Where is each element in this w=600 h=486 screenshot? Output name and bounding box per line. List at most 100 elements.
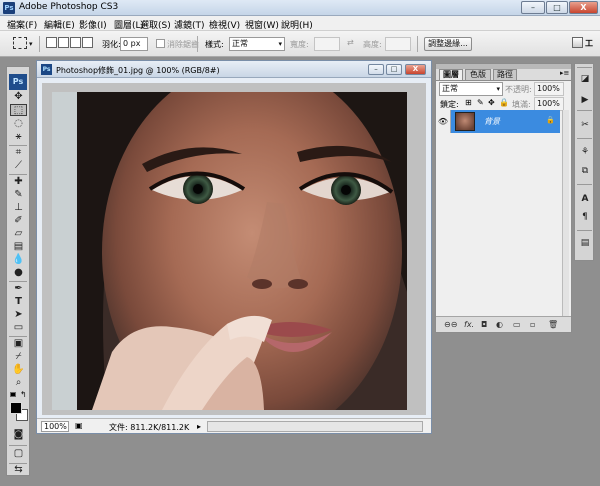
layer-mask-icon[interactable]: ◘	[481, 320, 487, 329]
actions-panel-icon[interactable]: ▶	[578, 94, 592, 106]
lock-transparent-icon[interactable]: ⊞	[465, 98, 472, 107]
document-minimize-button[interactable]: –	[368, 64, 384, 75]
crop-tool-icon[interactable]: ⌗	[10, 147, 27, 159]
file-size-info: 文件: 811.2K/811.2K	[109, 423, 190, 432]
close-button[interactable]: X	[569, 1, 598, 14]
photoshop-logo-icon[interactable]: Ps	[9, 74, 27, 90]
blur-tool-icon[interactable]: 💧	[10, 254, 27, 266]
swap-dimensions-icon[interactable]: ⇄	[347, 38, 354, 47]
subtract-from-selection-icon[interactable]	[70, 37, 81, 48]
antialias-checkbox[interactable]	[156, 39, 165, 48]
preset-dropdown-arrow-icon[interactable]: ▾	[29, 40, 33, 48]
clone-stamp-tool-icon[interactable]: ⊥	[10, 202, 27, 214]
gradient-tool-icon[interactable]: ▤	[10, 241, 27, 253]
document-close-button[interactable]: X	[405, 64, 426, 75]
menu-file[interactable]: 檔案(F)	[7, 18, 37, 31]
layer-style-icon[interactable]: fx.	[464, 320, 474, 329]
character-panel-icon[interactable]: A	[578, 193, 592, 205]
path-selection-tool-icon[interactable]: ➤	[10, 309, 27, 321]
menu-image[interactable]: 影像(I)	[79, 18, 107, 31]
lock-image-icon[interactable]: ✎	[477, 98, 484, 107]
notes-tool-icon[interactable]: ▣	[10, 338, 27, 350]
document-maximize-button[interactable]: □	[386, 64, 402, 75]
tool-presets-icon[interactable]: ✂	[578, 119, 592, 131]
screen-mode-icon[interactable]: ▢	[10, 448, 27, 460]
lasso-tool-icon[interactable]: ◌	[10, 118, 27, 130]
healing-brush-tool-icon[interactable]: ✚	[10, 176, 27, 188]
toolbox-divider	[9, 145, 27, 146]
portrait-photo[interactable]	[52, 92, 407, 410]
refine-edge-button[interactable]: 調整邊緣...	[424, 37, 472, 51]
portrait-image	[52, 92, 407, 410]
status-menu-arrow-icon[interactable]: ▸	[197, 422, 201, 431]
slice-tool-icon[interactable]: ⟋	[10, 160, 27, 172]
menu-select[interactable]: 選取(S)	[140, 18, 171, 31]
magic-wand-tool-icon[interactable]: ⚹	[10, 131, 27, 143]
fill-input[interactable]: 100%	[534, 97, 564, 111]
workspace-label[interactable]: 工	[585, 38, 593, 49]
menu-view[interactable]: 檢視(V)	[209, 18, 240, 31]
pen-tool-icon[interactable]: ✒	[10, 283, 27, 295]
paragraph-panel-icon[interactable]: ¶	[578, 211, 592, 223]
intersect-selection-icon[interactable]	[82, 37, 93, 48]
dodge-tool-icon[interactable]: ●	[10, 267, 27, 279]
eyedropper-tool-icon[interactable]: ⌿	[10, 351, 27, 363]
new-group-icon[interactable]: ▭	[513, 320, 521, 329]
width-input[interactable]	[314, 37, 340, 51]
brush-tool-icon[interactable]: ✎	[10, 189, 27, 201]
add-to-selection-icon[interactable]	[58, 37, 69, 48]
feather-input[interactable]: 0 px	[120, 37, 148, 51]
marquee-preset-icon[interactable]	[13, 37, 27, 49]
type-tool-icon[interactable]: T	[10, 296, 27, 308]
canvas-area[interactable]	[42, 83, 426, 415]
tab-paths[interactable]: 路徑	[493, 69, 517, 80]
history-brush-tool-icon[interactable]: ✐	[10, 215, 27, 227]
new-layer-icon[interactable]: ▫	[530, 320, 535, 329]
delete-layer-icon[interactable]: 🗑	[548, 320, 558, 329]
opacity-input[interactable]: 100%	[534, 82, 564, 96]
lock-all-icon[interactable]: 🔒	[499, 98, 509, 107]
adjustment-layer-icon[interactable]: ◐	[496, 320, 503, 329]
layers-footer: ⊖⊖ fx. ◘ ◐ ▭ ▫ 🗑	[436, 316, 571, 332]
menu-filter[interactable]: 濾鏡(T)	[174, 18, 205, 31]
menu-edit[interactable]: 編輯(E)	[44, 18, 75, 31]
navigator-panel-icon[interactable]: ◪	[578, 73, 592, 85]
horizontal-scrollbar[interactable]	[207, 421, 423, 432]
swap-colors-icon[interactable]: ↰	[20, 390, 27, 399]
foreground-color-swatch[interactable]	[10, 402, 22, 414]
hand-tool-icon[interactable]: ✋	[10, 364, 27, 376]
move-tool-icon[interactable]: ✥	[10, 91, 27, 103]
eraser-tool-icon[interactable]: ▱	[10, 228, 27, 240]
zoom-level-field[interactable]: 100%	[41, 421, 69, 432]
status-info-icon[interactable]: ▣	[75, 421, 83, 430]
default-colors-icon[interactable]	[10, 392, 16, 397]
brushes-panel-icon[interactable]: ⚘	[578, 146, 592, 158]
link-layers-icon[interactable]: ⊖⊖	[444, 320, 457, 329]
minimize-button[interactable]: –	[521, 1, 545, 14]
zoom-tool-icon[interactable]: ⌕	[10, 377, 27, 389]
layers-scrollbar[interactable]	[562, 110, 569, 330]
tab-channels[interactable]: 色版	[465, 69, 491, 80]
document-title-bar[interactable]: Ps Photoshop修飾_01.jpg @ 100% (RGB/8#) – …	[37, 61, 431, 78]
edit-in-imageready-icon[interactable]: ⇆	[10, 464, 27, 476]
dock-grip[interactable]	[577, 67, 592, 68]
new-selection-icon[interactable]	[46, 37, 57, 48]
style-select[interactable]: 正常 ▾	[229, 37, 285, 51]
menu-help[interactable]: 說明(H)	[281, 18, 313, 31]
workspace-icon[interactable]	[572, 37, 583, 48]
title-bar: Ps Adobe Photoshop CS3 – □ X	[0, 0, 600, 16]
visibility-eye-icon[interactable]: 👁	[436, 110, 451, 133]
blend-mode-select[interactable]: 正常 ▾	[439, 82, 503, 96]
panel-menu-icon[interactable]: ▸≡	[560, 69, 569, 77]
shape-tool-icon[interactable]: ▭	[10, 322, 27, 334]
marquee-tool-icon[interactable]: ⬚	[10, 104, 27, 116]
lock-position-icon[interactable]: ✥	[488, 98, 495, 107]
maximize-button[interactable]: □	[546, 1, 568, 14]
tab-layers[interactable]: 圖層	[439, 69, 463, 80]
layer-comps-panel-icon[interactable]: ▤	[578, 237, 592, 249]
menu-window[interactable]: 視窗(W)	[245, 18, 279, 31]
height-input[interactable]	[385, 37, 411, 51]
layer-row[interactable]: 👁 背景 🔒	[436, 110, 560, 133]
quick-mask-icon[interactable]: ◙	[10, 429, 27, 441]
clone-source-panel-icon[interactable]: ⧉	[578, 165, 592, 177]
